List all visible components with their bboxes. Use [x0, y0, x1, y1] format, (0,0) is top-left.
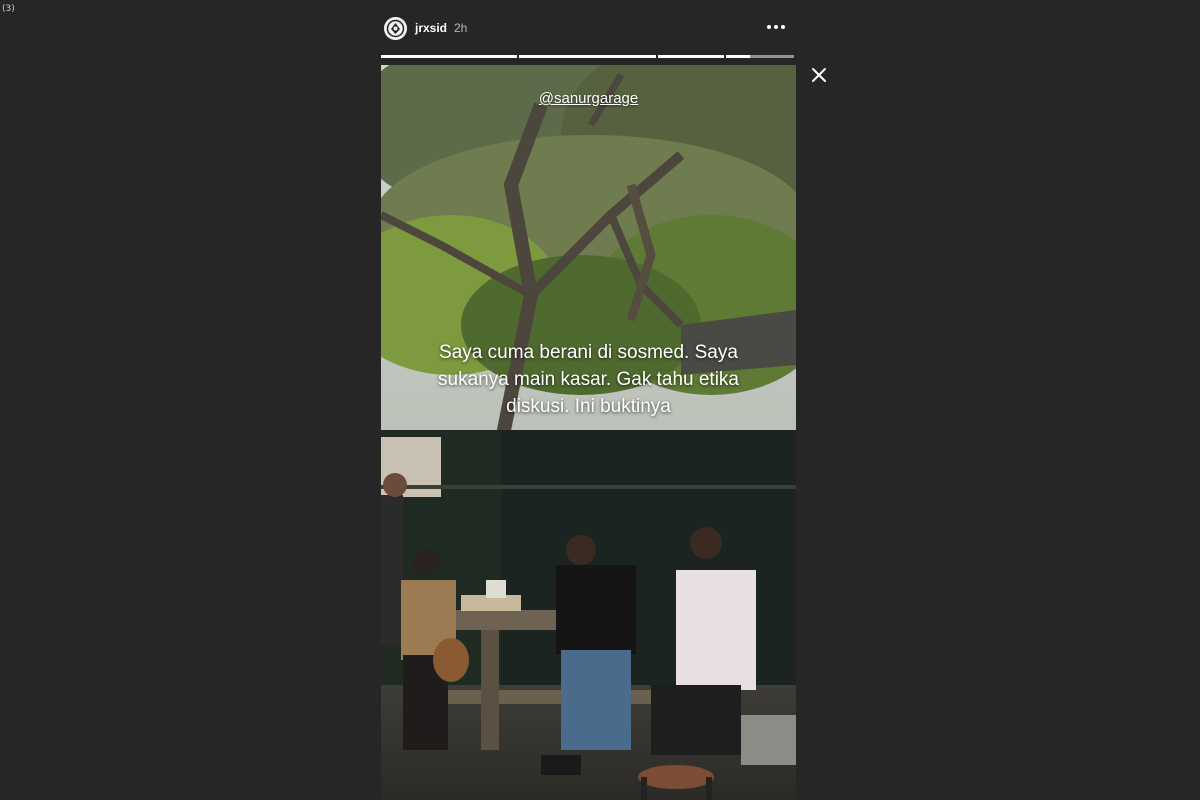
progress-segment: [658, 55, 724, 58]
story-viewer: jrxsid 2h @sanurgarage Saya cuma berani …: [381, 0, 796, 800]
close-icon[interactable]: [810, 66, 828, 84]
story-mention-link[interactable]: @sanurgarage: [381, 90, 796, 107]
story-time: 2h: [454, 21, 468, 35]
story-progress: [381, 55, 796, 58]
progress-segment: [381, 55, 517, 58]
caption-line: sukanya main kasar. Gak tahu etika: [438, 369, 739, 390]
profile-avatar-icon: [384, 17, 407, 40]
story-caption: Saya cuma berani di sosmed. Saya sukanya…: [381, 339, 796, 420]
caption-line: Saya cuma berani di sosmed. Saya: [439, 342, 738, 363]
story-photo: [381, 65, 796, 800]
story-header: jrxsid 2h: [381, 0, 796, 58]
more-options-icon[interactable]: [764, 15, 788, 39]
story-username[interactable]: jrxsid: [415, 21, 447, 35]
caption-line: diskusi. Ini buktinya: [506, 396, 671, 417]
avatar[interactable]: [384, 17, 407, 40]
progress-segment: [519, 55, 656, 58]
tab-counter: (3): [2, 4, 15, 14]
progress-segment: [726, 55, 794, 58]
story-media[interactable]: @sanurgarage Saya cuma berani di sosmed.…: [381, 65, 796, 800]
